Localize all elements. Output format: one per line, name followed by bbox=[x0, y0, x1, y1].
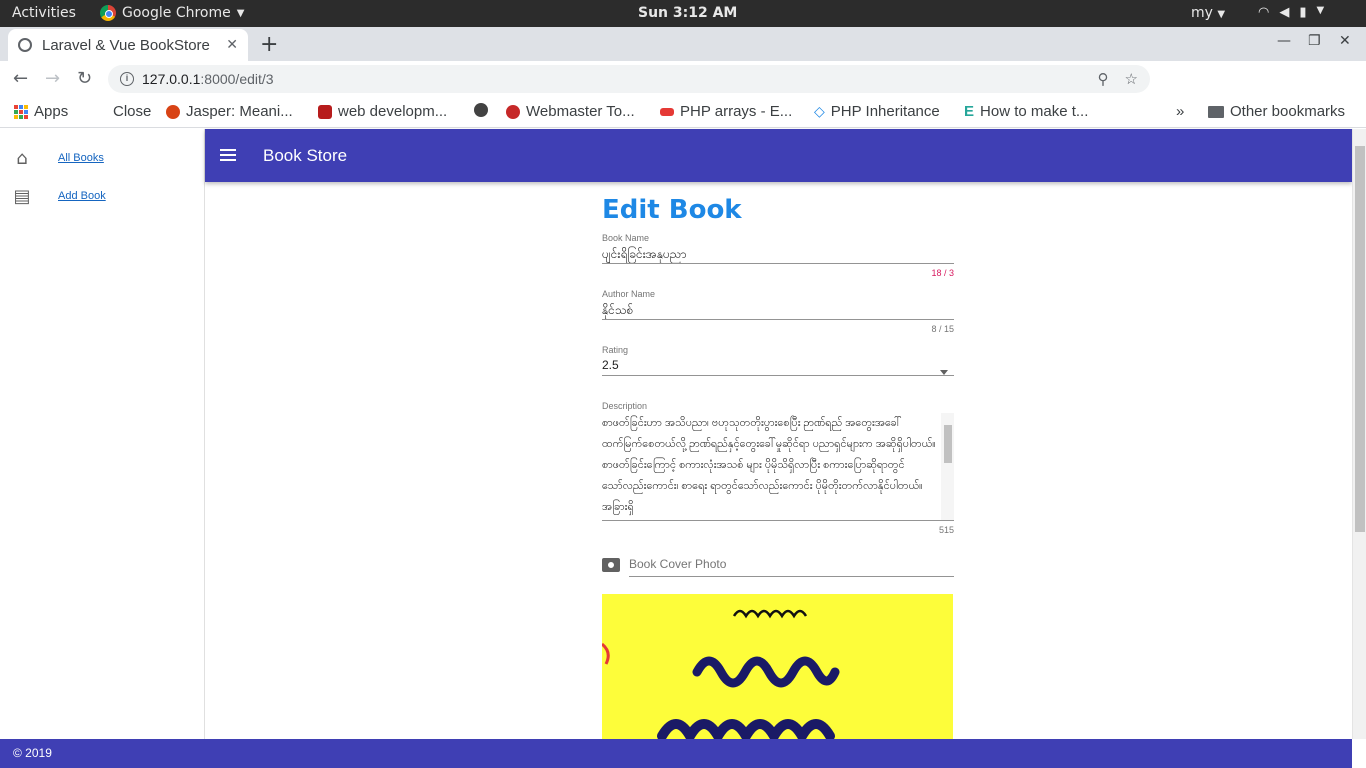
page-title: Edit Book bbox=[602, 195, 742, 225]
tab-strip: Laravel & Vue BookStore ✕ + — ❐ ✕ bbox=[0, 27, 1366, 61]
wifi-icon: ◠ bbox=[1258, 5, 1270, 20]
sidebar-item-label[interactable]: All Books bbox=[58, 152, 104, 164]
tab-title: Laravel & Vue BookStore bbox=[42, 36, 210, 54]
chevron-down-icon: ▼ bbox=[236, 7, 245, 19]
scrollbar-thumb[interactable] bbox=[1355, 146, 1365, 532]
copyright-text: © 2019 bbox=[13, 746, 52, 760]
new-tab-button[interactable]: + bbox=[260, 32, 278, 57]
app-toolbar: Book Store bbox=[205, 129, 1352, 182]
character-counter: 515 bbox=[938, 525, 954, 535]
jasper-favicon-icon bbox=[166, 104, 180, 119]
app-footer: © 2019 bbox=[0, 739, 1352, 768]
info-icon[interactable]: i bbox=[120, 72, 134, 86]
back-icon[interactable]: ← bbox=[13, 68, 28, 89]
sidebar-item-add-book[interactable]: ▤ Add Book bbox=[12, 185, 106, 207]
globe-icon bbox=[18, 38, 32, 52]
app-title: Book Store bbox=[263, 146, 348, 165]
zoom-icon[interactable]: ⚲ bbox=[1098, 70, 1109, 88]
reload-icon[interactable]: ↻ bbox=[77, 68, 92, 89]
apps-icon bbox=[14, 104, 28, 119]
bookmarks-bar: Apps Close Jasper: Meani... web developm… bbox=[0, 97, 1366, 128]
chrome-icon bbox=[100, 5, 116, 21]
bookmark-web-development[interactable]: web developm... bbox=[318, 103, 447, 120]
character-counter: 18 / 3 bbox=[931, 268, 954, 278]
bookmark-jasper[interactable]: Jasper: Meani... bbox=[166, 103, 293, 120]
close-icon[interactable]: ✕ bbox=[226, 37, 238, 53]
bookmark-close[interactable]: Close bbox=[113, 103, 151, 120]
author-name-field[interactable]: Author Name နိုင်သစ် 8 / 15 bbox=[602, 289, 954, 334]
field-label: Rating bbox=[602, 345, 629, 355]
url-path: :8000/edit/3 bbox=[200, 71, 274, 87]
keyboard-layout-indicator[interactable]: my ▼ bbox=[1191, 5, 1225, 21]
edit-book-form: Edit Book Book Name ပျင်းရိခြင်းအနုပညာ 1… bbox=[602, 195, 954, 577]
system-status-area[interactable]: ◠ ◀ ▮ ▼ bbox=[1258, 5, 1324, 20]
navigation-bar: ← → ↻ i 127.0.0.1:8000/edit/3 ⚲ ☆ J ⋮ bbox=[0, 61, 1366, 151]
restore-icon[interactable]: ❐ bbox=[1308, 33, 1321, 49]
camera-icon[interactable] bbox=[602, 558, 620, 572]
chevron-down-icon: ▼ bbox=[1316, 5, 1325, 16]
star-icon[interactable]: ☆ bbox=[1125, 70, 1138, 88]
sidebar-item-all-books[interactable]: ⌂ All Books bbox=[12, 147, 104, 169]
webmaster-favicon-icon bbox=[506, 104, 520, 119]
bookmark-php-inheritance[interactable]: ◇ PHP Inheritance bbox=[814, 103, 940, 120]
bookmark-apps[interactable]: Apps bbox=[14, 103, 68, 120]
folder-icon bbox=[1208, 105, 1224, 118]
bookmark-webmaster[interactable]: Webmaster To... bbox=[506, 103, 635, 120]
field-label: Author Name bbox=[602, 289, 656, 299]
url-host: 127.0.0.1 bbox=[142, 71, 201, 87]
volume-icon: ◀ bbox=[1279, 5, 1290, 20]
cover-photo-input[interactable]: Book Cover Photo bbox=[629, 553, 954, 577]
rating-select[interactable]: Rating 2.5 bbox=[602, 345, 954, 376]
author-name-input[interactable]: နိုင်သစ် bbox=[602, 302, 954, 320]
textarea-scrollbar[interactable] bbox=[941, 413, 954, 520]
description-field[interactable]: Description စာဖတ်ခြင်းဟာ အသိပညာ၊ ဗဟုသုတတ… bbox=[602, 401, 954, 535]
bookmark-php-arrays[interactable]: PHP arrays - E... bbox=[660, 103, 792, 120]
php-arrays-favicon-icon bbox=[660, 107, 674, 116]
activities-button[interactable]: Activities bbox=[12, 5, 76, 21]
browser-tab[interactable]: Laravel & Vue BookStore ✕ bbox=[8, 29, 248, 61]
contact-card-icon: ▤ bbox=[13, 185, 31, 207]
app-menu[interactable]: Google Chrome ▼ bbox=[100, 5, 244, 21]
field-label: Description bbox=[602, 401, 648, 411]
pd-favicon-icon bbox=[318, 104, 332, 119]
home-icon: ⌂ bbox=[16, 147, 28, 169]
page-scrollbar[interactable] bbox=[1352, 129, 1366, 739]
description-text: စာဖတ်ခြင်းဟာ အသိပညာ၊ ဗဟုသုတတိုးပွားစေပြီ… bbox=[602, 417, 936, 513]
book-name-input[interactable]: ပျင်းရိခြင်းအနုပညာ bbox=[602, 246, 954, 264]
system-top-bar: Activities Google Chrome ▼ Sun 3:12 AM m… bbox=[0, 0, 1366, 27]
scrollbar-thumb[interactable] bbox=[944, 425, 952, 463]
other-bookmarks-folder[interactable]: Other bookmarks bbox=[1208, 103, 1345, 120]
more-bookmarks-button[interactable]: » bbox=[1176, 103, 1184, 120]
code-icon: ◇ bbox=[814, 103, 825, 119]
minimize-icon[interactable]: — bbox=[1277, 33, 1291, 49]
battery-icon: ▮ bbox=[1299, 5, 1307, 20]
address-bar[interactable]: i 127.0.0.1:8000/edit/3 ⚲ ☆ bbox=[108, 65, 1150, 93]
book-name-field[interactable]: Book Name ပျင်းရိခြင်းအနုပညာ 18 / 3 bbox=[602, 233, 954, 278]
bookmark-how-to-make[interactable]: E How to make t... bbox=[964, 103, 1088, 120]
description-textarea[interactable]: စာဖတ်ခြင်းဟာ အသိပညာ၊ ဗဟုသုတတိုးပွားစေပြီ… bbox=[602, 413, 954, 521]
cover-artwork bbox=[602, 594, 953, 739]
character-counter: 8 / 15 bbox=[931, 324, 954, 334]
field-label: Book Name bbox=[602, 233, 650, 243]
cover-photo-field[interactable]: Book Cover Photo bbox=[602, 553, 954, 577]
bookmark-globe[interactable] bbox=[474, 103, 494, 117]
clock[interactable]: Sun 3:12 AM bbox=[638, 5, 737, 21]
close-window-icon[interactable]: ✕ bbox=[1339, 33, 1351, 49]
globe-icon bbox=[474, 103, 488, 117]
dropdown-arrow-icon[interactable] bbox=[940, 370, 948, 375]
e-favicon-icon: E bbox=[964, 103, 975, 120]
sidebar-item-label[interactable]: Add Book bbox=[58, 190, 106, 202]
navigation-drawer: ⌂ All Books ▤ Add Book bbox=[0, 129, 205, 739]
book-cover-image bbox=[602, 594, 953, 739]
forward-icon[interactable]: → bbox=[45, 68, 60, 89]
menu-icon[interactable] bbox=[220, 149, 236, 161]
rating-value[interactable]: 2.5 bbox=[602, 358, 954, 376]
app-menu-label: Google Chrome bbox=[122, 5, 231, 21]
